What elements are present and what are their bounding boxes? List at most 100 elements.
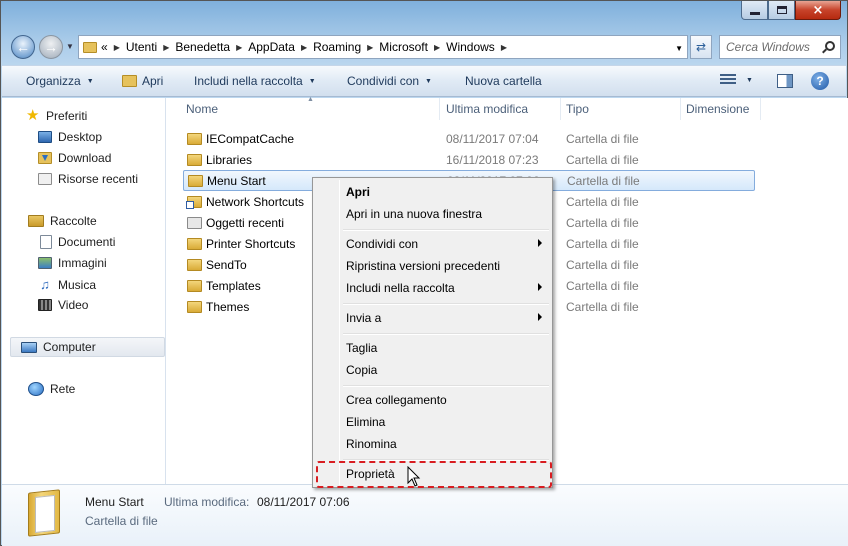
recent-pages-dropdown[interactable]: ▼ [66,42,74,51]
refresh-button[interactable]: ⇄ [690,35,712,59]
minimize-button[interactable] [741,1,768,20]
sidebar-item-music[interactable]: ♫ Musica [38,277,96,292]
sidebar-item-label: Raccolte [50,214,97,228]
sidebar-item-label: Computer [43,340,96,354]
views-icon[interactable] [720,74,736,88]
sidebar-item-download[interactable]: Download [38,151,111,165]
file-type: Cartella di file [566,152,639,167]
menu-separator [343,303,549,305]
menu-item-rename[interactable]: Rinomina [315,433,550,454]
file-name: SendTo [206,257,247,272]
recent-items-icon [187,216,202,229]
menu-item-label: Invia a [346,310,382,325]
column-header-name[interactable]: Nome [181,98,440,120]
sidebar-item-favorites[interactable]: ★ Preferiti [26,108,87,124]
sidebar-item-recent-places[interactable]: Risorse recenti [38,172,138,186]
chevron-right-icon[interactable]: ▶ [301,43,307,52]
menu-item-open-new-window[interactable]: Apri in una nuova finestra [315,203,550,224]
folder-icon [187,237,202,250]
menu-separator [343,385,549,387]
column-header-label: Tipo [566,102,589,116]
menu-item-label: Rinomina [346,436,397,451]
menu-item-include-in-library[interactable]: Includi nella raccolta [315,277,550,298]
sidebar-item-label: Risorse recenti [58,172,139,186]
desktop-icon [38,131,52,143]
file-type: Cartella di file [567,173,640,188]
menu-item-open[interactable]: Apri [315,181,550,202]
share-with-button[interactable]: Condividi con ▼ [347,74,432,88]
address-dropdown-icon[interactable]: ▼ [675,44,683,53]
preview-pane-icon[interactable] [777,74,793,88]
sidebar-item-desktop[interactable]: Desktop [38,130,102,144]
explorer-window: × ← → ▼ « ▶ Utenti ▶ Benedetta ▶ AppData… [0,0,848,546]
column-header-type[interactable]: Tipo [561,98,681,120]
breadcrumb-item[interactable]: Utenti [126,40,157,54]
file-modified: 08/11/2017 07:04 [446,131,539,146]
menu-item-cut[interactable]: Taglia [315,337,550,358]
breadcrumb-item[interactable]: AppData [248,40,295,54]
organize-button[interactable]: Organizza ▼ [26,74,94,88]
folder-icon [187,279,202,292]
file-type: Cartella di file [566,278,639,293]
new-folder-button[interactable]: Nuova cartella [465,74,542,88]
file-type: Cartella di file [566,131,639,146]
chevron-right-icon[interactable]: ▶ [367,43,373,52]
search-input[interactable] [720,36,820,58]
include-in-library-button[interactable]: Includi nella raccolta ▼ [194,74,316,88]
recent-places-icon [38,173,52,185]
column-header-size[interactable]: Dimensione [681,98,761,120]
chevron-right-icon[interactable]: ▶ [434,43,440,52]
folder-icon [188,174,203,187]
sidebar-item-images[interactable]: Immagini [38,256,107,270]
close-icon: × [812,2,824,18]
menu-item-label: Copia [346,362,378,377]
file-row-iecompatcache[interactable]: IECompatCache 08/11/2017 07:04 Cartella … [183,128,755,149]
menu-item-delete[interactable]: Elimina [315,411,550,432]
menu-item-share[interactable]: Condividi con [315,233,550,254]
file-row-libraries[interactable]: Libraries 16/11/2018 07:23 Cartella di f… [183,149,755,170]
file-name: Oggetti recenti [206,215,285,230]
folder-icon [187,300,202,313]
sidebar-item-label: Musica [58,277,97,292]
search-icon[interactable] [825,41,835,51]
back-button[interactable]: ← [11,35,35,59]
chevron-right-icon[interactable]: ▶ [236,43,242,52]
breadcrumb-item[interactable]: Windows [446,40,495,54]
sidebar-item-documents[interactable]: Documenti [40,235,115,249]
chevron-right-icon[interactable]: ▶ [163,43,169,52]
sidebar-item-computer[interactable]: Computer [10,337,165,357]
open-button[interactable]: Apri [122,74,163,88]
breadcrumb-overflow[interactable]: « [101,40,108,54]
chevron-right-icon[interactable]: ▶ [114,43,120,52]
column-header-label: Ultima modifica [446,102,529,116]
command-bar: Organizza ▼ Apri Includi nella raccolta ▼ … [2,65,846,97]
sidebar-item-network[interactable]: Rete [28,382,75,396]
sidebar-item-libraries[interactable]: Raccolte [28,214,97,228]
breadcrumb-item[interactable]: Roaming [313,40,361,54]
maximize-button[interactable] [768,1,795,20]
menu-item-restore-previous[interactable]: Ripristina versioni precedenti [315,255,550,276]
maximize-icon [776,6,787,14]
sidebar-item-video[interactable]: Video [38,298,88,312]
computer-icon [21,341,37,353]
menu-item-label: Includi nella raccolta [346,280,455,295]
menu-item-send-to[interactable]: Invia a [315,307,550,328]
close-button[interactable]: × [795,1,841,20]
organize-label: Organizza [26,74,81,88]
chevron-down-icon[interactable]: ▼ [746,77,753,84]
address-bar[interactable]: « ▶ Utenti ▶ Benedetta ▶ AppData ▶ Roami… [78,35,688,59]
menu-item-create-shortcut[interactable]: Crea collegamento [315,389,550,410]
music-icon: ♫ [40,277,50,292]
column-header-modified[interactable]: Ultima modifica [441,98,561,120]
menu-item-copy[interactable]: Copia [315,359,550,380]
column-header-label: Dimensione [686,102,750,116]
chevron-right-icon[interactable]: ▶ [501,43,507,52]
refresh-icon: ⇄ [695,40,707,54]
breadcrumb-item[interactable]: Microsoft [379,40,428,54]
forward-button[interactable]: → [39,35,63,59]
submenu-arrow-icon [538,283,542,291]
breadcrumb-item[interactable]: Benedetta [175,40,230,54]
help-icon[interactable]: ? [811,72,829,90]
menu-item-label: Ripristina versioni precedenti [346,258,501,273]
chevron-down-icon: ▼ [66,42,74,51]
